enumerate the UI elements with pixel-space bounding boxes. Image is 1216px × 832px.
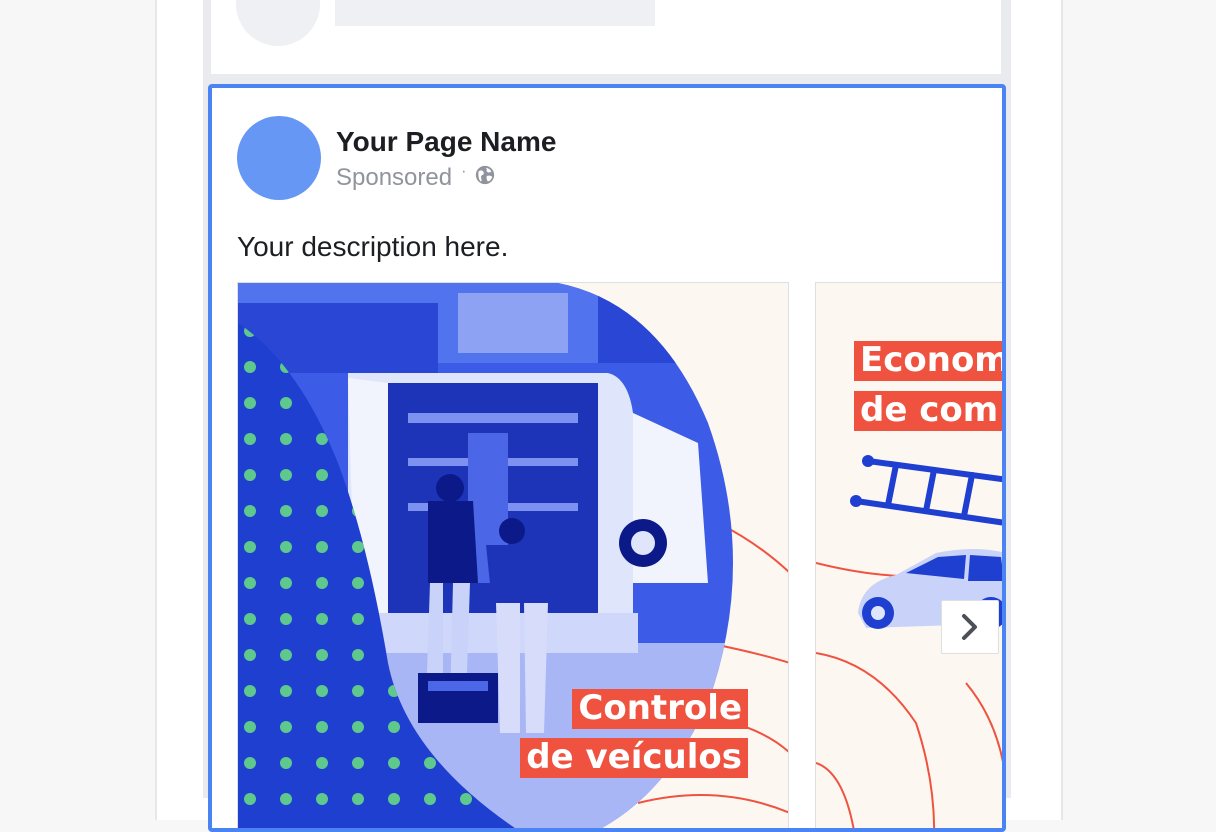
chevron-right-icon [962,614,977,640]
post-description: Your description here. [237,231,509,262]
carousel[interactable]: Controle de veículos Econom de com [237,282,1002,828]
carousel-card-caption: Controle [572,689,748,729]
meta-separator: · [461,163,467,180]
globe-icon [476,165,495,185]
carousel-card-caption: Econom [854,341,1002,381]
page-avatar[interactable] [237,116,321,200]
carousel-card[interactable]: Controle de veículos [237,282,789,828]
previous-post-text-placeholder [335,0,655,26]
carousel-card-caption: de com [854,391,1002,431]
sponsored-label: Sponsored [336,164,453,191]
carousel-next-button[interactable] [941,600,999,654]
page-name[interactable]: Your Page Name [336,126,556,158]
carousel-card-caption: de veículos [520,738,748,778]
carousel-card[interactable]: Econom de com [815,282,1002,828]
sponsored-ad-post[interactable]: Your Page Name Sponsored · Your descript… [208,84,1006,832]
post-meta: Sponsored · [336,163,496,192]
